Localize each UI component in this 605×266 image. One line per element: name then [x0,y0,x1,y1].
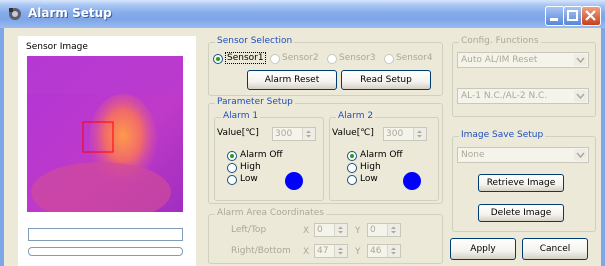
status-field [28,228,183,241]
sensor4-radio[interactable] [384,54,394,64]
spin-arrows-icon [334,245,347,257]
close-button[interactable] [581,6,601,26]
window-frame-right [601,28,605,266]
sensor1-radio[interactable] [213,54,223,64]
alarm1-low-label: Low [240,174,258,184]
read-setup-button[interactable]: Read Setup [341,70,431,90]
alarm-area-title: Alarm Area Coordinates [215,208,326,218]
parameter-setup-title: Parameter Setup [215,97,295,107]
auto-reset-value: Auto AL/IM Reset [461,55,538,65]
window-frame-left [0,28,4,266]
sensor-image-panel: Sensor Image [18,36,196,266]
spin-arrows-icon [387,224,400,236]
alarm1-high-radio[interactable] [227,163,237,173]
relay-mode-value: AL-1 N.C./AL-2 N.C. [461,91,548,101]
config-functions-title: Config. Functions [459,36,541,46]
spin-arrows-icon [387,245,400,257]
alarm1-low-radio[interactable] [227,175,237,185]
minimize-button[interactable] [545,6,565,26]
sensor2-label: Sensor2 [282,53,319,63]
x-label: X [303,247,310,257]
y-label: Y [355,226,361,236]
alarm-setup-window: Alarm Setup Sensor Image Sensor Selectio… [0,0,605,266]
alarm-area-group: Alarm Area Coordinates Left/Top X 0 Y 0 … [208,208,443,264]
title-bar[interactable]: Alarm Setup [0,0,605,28]
y-label: Y [355,247,361,257]
window-title: Alarm Setup [28,6,112,20]
app-icon [9,8,21,20]
alarm2-off-radio[interactable] [347,151,357,161]
delete-image-button[interactable]: Delete Image [478,204,564,222]
sensor-selection-title: Sensor Selection [215,36,295,46]
spin-arrows-icon [334,224,347,236]
alarm2-off-label: Alarm Off [360,150,403,160]
alarm1-value-label: Value[℃] [217,128,259,138]
alarm2-value: 300 [386,129,404,139]
right-value: 47 [317,246,329,256]
image-save-title: Image Save Setup [459,130,546,140]
retrieve-image-button[interactable]: Retrieve Image [478,174,564,192]
sensor3-radio[interactable] [327,54,337,64]
progress-bar [28,247,183,256]
alarm1-title: Alarm 1 [221,111,261,121]
alarm2-high-radio[interactable] [347,163,357,173]
sensor3-label: Sensor3 [339,53,376,63]
left-spinner[interactable]: 0 [314,223,348,237]
image-save-group: Image Save Setup None Retrieve Image Del… [452,130,596,232]
apply-button[interactable]: Apply [450,238,516,260]
alarm1-group: Alarm 1 Value[℃] 300 Alarm Off High Low [214,111,324,201]
top-spinner[interactable]: 0 [367,223,401,237]
alarm2-low-radio[interactable] [347,175,357,185]
sensor-selection-group: Sensor Selection Sensor1 Sensor2 Sensor3… [208,36,443,96]
bottom-spinner[interactable]: 46 [367,244,401,258]
chevron-down-icon [574,90,587,102]
alarm2-value-spinner[interactable]: 300 [383,127,427,141]
alarm1-high-label: High [240,162,261,172]
alarm2-group: Alarm 2 Value[℃] 300 Alarm Off High Low [329,111,439,201]
minimize-icon [550,18,558,21]
thermal-image [27,56,183,212]
bottom-value: 46 [370,246,382,256]
maximize-icon [567,10,578,21]
right-spinner[interactable]: 47 [314,244,348,258]
alarm1-off-radio[interactable] [227,151,237,161]
spin-arrows-icon [413,128,426,140]
left-top-label: Left/Top [231,225,267,235]
x-label: X [303,226,310,236]
alarm-reset-button[interactable]: Alarm Reset [247,70,337,90]
alarm1-value: 300 [275,129,293,139]
maximize-button[interactable] [563,6,583,26]
auto-reset-select[interactable]: Auto AL/IM Reset [457,52,589,68]
alarm2-title: Alarm 2 [336,111,376,121]
top-value: 0 [370,225,376,235]
config-functions-group: Config. Functions Auto AL/IM Reset AL-1 … [452,36,596,117]
alarm1-value-spinner[interactable]: 300 [272,127,316,141]
sensor2-radio[interactable] [270,54,280,64]
alarm2-high-label: High [360,162,381,172]
chevron-down-icon [574,54,587,66]
alarm2-value-label: Value[℃] [332,128,374,138]
sensor-image-label: Sensor Image [26,42,88,52]
image-save-mode-value: None [461,150,485,160]
cancel-button[interactable]: Cancel [522,238,588,260]
chevron-down-icon [574,149,587,161]
sensor4-label: Sensor4 [396,53,433,63]
close-icon [585,10,596,21]
alarm1-off-label: Alarm Off [240,150,283,160]
relay-mode-select[interactable]: AL-1 N.C./AL-2 N.C. [457,88,589,104]
right-bottom-label: Right/Bottom [231,246,291,256]
image-save-mode-select[interactable]: None [457,147,589,163]
sensor1-label: Sensor1 [225,52,266,64]
left-value: 0 [317,225,323,235]
alarm1-indicator [285,172,303,190]
alarm2-indicator [403,172,421,190]
spin-arrows-icon [302,128,315,140]
parameter-setup-group: Parameter Setup Alarm 1 Value[℃] 300 Ala… [208,97,443,204]
alarm2-low-label: Low [360,174,378,184]
